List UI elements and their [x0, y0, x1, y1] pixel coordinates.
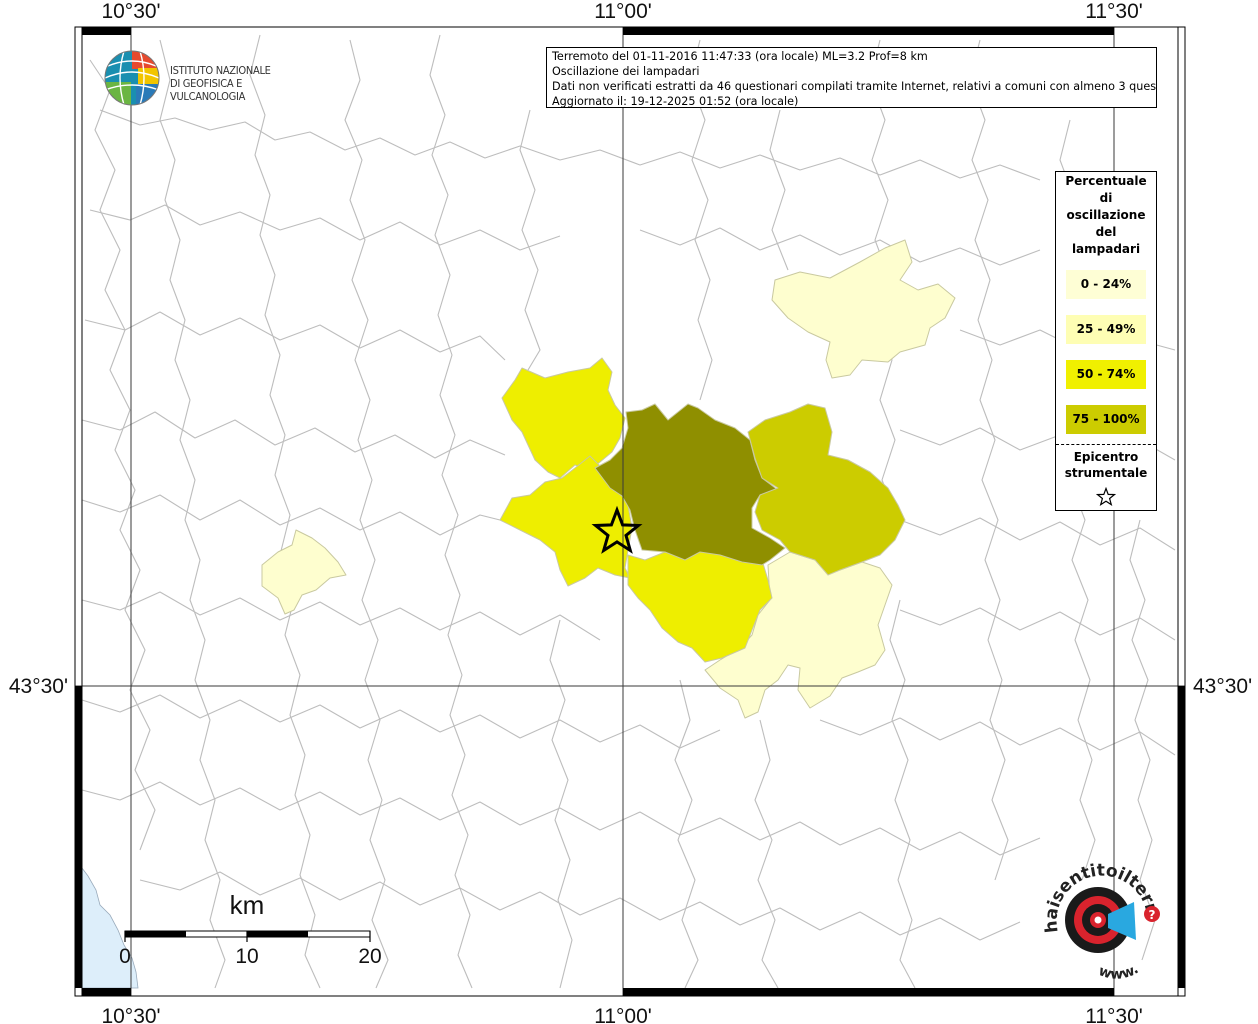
epicenter-legend-line: strumentale: [1064, 466, 1148, 480]
epicenter-legend-line: Epicentro: [1073, 450, 1139, 464]
legend-class-25-49: 25 - 49%: [1066, 315, 1146, 344]
legend-title-line: Percentuale: [1065, 174, 1147, 188]
globe-icon: [104, 50, 160, 106]
lon-tick-top-2: 11°00': [594, 0, 652, 23]
legend-title: Percentuale di oscillazione del lampadar…: [1056, 173, 1156, 258]
legend-divider: [1056, 444, 1156, 445]
scale-label-0: 0: [119, 945, 131, 968]
ingv-logo: ISTITUTO NAZIONALE DI GEOFISICA E VULCAN…: [102, 48, 312, 108]
scale-label-10: 10: [235, 945, 258, 968]
ingv-name: ISTITUTO NAZIONALE DI GEOFISICA E VULCAN…: [170, 64, 312, 103]
lon-tick-top-3: 11°30': [1085, 0, 1143, 23]
lon-tick-bottom-1: 10°30': [101, 1005, 160, 1024]
lon-tick-bottom-3: 11°30': [1085, 1005, 1143, 1024]
legend-title-line: lampadari: [1071, 242, 1141, 256]
data-note: Dati non verificati estratti da 46 quest…: [552, 80, 1157, 93]
svg-text:?: ?: [1149, 908, 1156, 922]
map-subject: Oscillazione dei lampadari: [552, 65, 700, 78]
legend-title-line: oscillazione: [1066, 208, 1146, 222]
legend: Percentuale di oscillazione del lampadar…: [1055, 171, 1157, 511]
hsit-url: www.: [1096, 961, 1141, 982]
legend-title-line: di: [1099, 191, 1113, 205]
lon-tick-bottom-2: 11°00': [594, 1005, 652, 1024]
ingv-name-line: DI GEOFISICA E VULCANOLOGIA: [170, 77, 246, 103]
lon-tick-top-1: 10°30': [101, 0, 160, 23]
scale-label-20: 20: [358, 945, 381, 968]
lat-tick-left: 43°30': [9, 675, 68, 698]
event-title: Terremoto del 01-11-2016 11:47:33 (ora l…: [552, 50, 928, 63]
lat-tick-right: 43°30': [1193, 675, 1252, 698]
legend-class-75-100: 75 - 100%: [1066, 405, 1146, 434]
legend-class-50-74: 50 - 74%: [1066, 360, 1146, 389]
star-icon: [1056, 486, 1156, 511]
scale-unit: km: [230, 890, 265, 920]
epicenter-legend-title: Epicentro strumentale: [1056, 449, 1156, 481]
legend-class-0-24: 0 - 24%: [1066, 270, 1146, 299]
update-timestamp: Aggiornato il: 19-12-2025 01:52 (ora loc…: [552, 95, 799, 108]
legend-title-line: del: [1095, 225, 1117, 239]
hsit-logo: haisentitoilterremoto.it www. ?: [1038, 862, 1161, 983]
ingv-name-line: ISTITUTO NAZIONALE: [170, 64, 271, 77]
event-info-box: Terremoto del 01-11-2016 11:47:33 (ora l…: [546, 47, 1157, 108]
